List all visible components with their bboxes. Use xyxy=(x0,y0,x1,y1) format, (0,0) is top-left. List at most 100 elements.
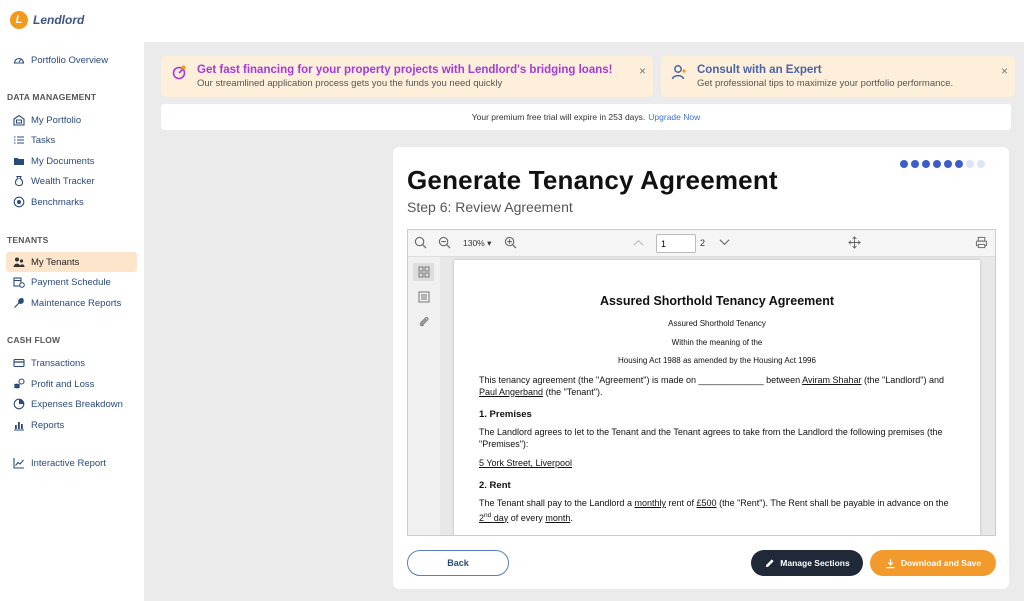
promo-desc: Get professional tips to maximize your p… xyxy=(697,78,954,89)
sidebar-item-label: Benchmarks xyxy=(31,196,84,208)
logo-mark: L xyxy=(10,11,28,29)
search-icon[interactable] xyxy=(414,236,427,251)
sidebar-section-title: CASH FLOW xyxy=(7,335,61,345)
document-subtitle: Within the meaning of the xyxy=(671,338,763,347)
sidebar-item-label: My Tenants xyxy=(31,256,80,268)
sidebar-item-label: Profit and Loss xyxy=(31,378,95,390)
sidebar-item-label: Expenses Breakdown xyxy=(31,398,123,410)
step-dot-complete xyxy=(911,160,919,168)
document-subtitle: Housing Act 1988 as amended by the Housi… xyxy=(618,356,816,365)
promo-card-expert[interactable]: Consult with an Expert Get professional … xyxy=(661,56,1015,97)
step-dot-complete xyxy=(933,160,941,168)
sidebar-item-profit-and-loss[interactable]: Profit and Loss xyxy=(6,374,137,394)
document-page: Assured Shorthold Tenancy Agreement Assu… xyxy=(454,260,980,535)
sidebar-item-label: Payment Schedule xyxy=(31,276,111,288)
page-total: 2 xyxy=(700,238,706,248)
calendar-icon xyxy=(13,276,25,288)
sidebar-item-label: My Portfolio xyxy=(31,114,82,126)
trial-text: Your premium free trial will expire in 2… xyxy=(471,112,646,122)
sidebar-item-portfolio-overview[interactable]: Portfolio Overview xyxy=(6,50,137,70)
thumbnails-icon[interactable] xyxy=(413,263,434,281)
prev-page-icon[interactable] xyxy=(632,236,645,251)
step-subtitle: Step 6: Review Agreement xyxy=(407,199,573,215)
step-dot-complete xyxy=(900,160,908,168)
wrench-icon xyxy=(13,297,25,309)
gauge-icon xyxy=(13,54,25,66)
report-icon xyxy=(13,419,25,431)
sidebar-item-label: Wealth Tracker xyxy=(31,175,95,187)
sidebar-item-reports[interactable]: Reports xyxy=(6,415,137,435)
close-icon[interactable]: × xyxy=(639,64,646,78)
sidebar-item-label: My Documents xyxy=(31,155,95,167)
step-progress xyxy=(900,160,988,168)
sidebar-item-label: Transactions xyxy=(31,357,86,369)
sidebar-item-label: Reports xyxy=(31,419,65,431)
step-dot-complete xyxy=(922,160,930,168)
sidebar-item-my-documents[interactable]: My Documents xyxy=(6,151,137,171)
premises-paragraph: The Landlord agrees to let to the Tenant… xyxy=(479,427,943,449)
sidebar-item-label: Portfolio Overview xyxy=(31,54,109,66)
viewer-sidebar xyxy=(408,257,440,535)
step-dot-pending xyxy=(966,160,974,168)
page-number-input[interactable] xyxy=(656,234,696,253)
card-icon xyxy=(13,357,25,369)
close-icon[interactable]: × xyxy=(1001,64,1008,78)
sidebar-item-benchmarks[interactable]: Benchmarks xyxy=(6,192,137,212)
sidebar-item-label: Tasks xyxy=(31,134,56,146)
sidebar-item-expenses-breakdown[interactable]: Expenses Breakdown xyxy=(6,394,137,414)
rocket-icon xyxy=(171,64,187,80)
people-icon xyxy=(13,256,25,268)
outline-icon[interactable] xyxy=(413,288,434,306)
document-title: Assured Shorthold Tenancy Agreement xyxy=(599,294,835,308)
top-bar xyxy=(144,0,1024,42)
download-and-save-label: Download and Save xyxy=(900,558,982,568)
target-icon xyxy=(13,196,25,208)
sidebar-section-title: TENANTS xyxy=(7,235,49,245)
pencil-icon xyxy=(764,558,775,569)
step-dot-complete xyxy=(955,160,963,168)
coins-icon xyxy=(13,378,25,390)
print-icon[interactable] xyxy=(975,236,988,251)
landlord-name: Aviram Shahar xyxy=(802,375,862,385)
building-icon xyxy=(13,114,25,126)
upgrade-link[interactable]: Upgrade Now xyxy=(648,112,700,122)
sidebar-section-title: DATA MANAGEMENT xyxy=(7,92,97,102)
manage-sections-label: Manage Sections xyxy=(780,558,850,568)
sidebar-item-wealth-tracker[interactable]: Wealth Tracker xyxy=(6,171,137,191)
sidebar-item-my-tenants[interactable]: My Tenants xyxy=(6,252,137,272)
zoom-select[interactable]: 130% ▾ xyxy=(463,238,491,249)
attachment-icon[interactable] xyxy=(413,313,434,331)
section-heading: 2. Rent xyxy=(479,480,511,491)
back-button[interactable]: Back xyxy=(407,550,509,576)
sidebar-item-label: Interactive Report xyxy=(31,457,106,469)
zoom-out-icon[interactable] xyxy=(438,236,451,251)
step-dot-complete xyxy=(944,160,952,168)
section-heading: 1. Premises xyxy=(479,409,532,420)
promo-title: Get fast financing for your property pro… xyxy=(197,64,613,76)
sidebar-item-transactions[interactable]: Transactions xyxy=(6,353,137,373)
document-subtitle: Assured Shorthold Tenancy xyxy=(668,319,766,328)
logo[interactable]: L Lendlord xyxy=(10,11,84,29)
download-and-save-button[interactable]: Download and Save xyxy=(870,550,996,576)
pie-icon xyxy=(13,398,25,410)
zoom-in-icon[interactable] xyxy=(504,236,517,251)
promo-card-financing[interactable]: Get fast financing for your property pro… xyxy=(161,56,653,97)
expert-icon xyxy=(671,64,687,80)
pan-icon[interactable] xyxy=(848,236,861,251)
sidebar-item-interactive-report[interactable]: Interactive Report xyxy=(6,453,137,473)
page-title: Generate Tenancy Agreement xyxy=(407,165,778,195)
sidebar-item-tasks[interactable]: Tasks xyxy=(6,130,137,150)
sidebar-item-payment-schedule[interactable]: Payment Schedule xyxy=(6,272,137,292)
sidebar-item-maintenance-reports[interactable]: Maintenance Reports xyxy=(6,293,137,313)
next-page-icon[interactable] xyxy=(718,236,731,251)
tenant-name: Paul Angerband xyxy=(479,386,544,397)
promo-title: Consult with an Expert xyxy=(697,64,822,76)
promo-desc: Our streamlined application process gets… xyxy=(197,78,503,89)
rent-paragraph: The Tenant shall pay to the Landlord a m… xyxy=(479,498,949,523)
intro-paragraph: This tenancy agreement (the "Agreement")… xyxy=(479,375,944,397)
sidebar-item-label: Maintenance Reports xyxy=(31,297,122,309)
sidebar-item-my-portfolio[interactable]: My Portfolio xyxy=(6,110,137,130)
manage-sections-button[interactable]: Manage Sections xyxy=(751,550,863,576)
moneybag-icon xyxy=(13,175,25,187)
trial-banner: Your premium free trial will expire in 2… xyxy=(161,104,1011,130)
